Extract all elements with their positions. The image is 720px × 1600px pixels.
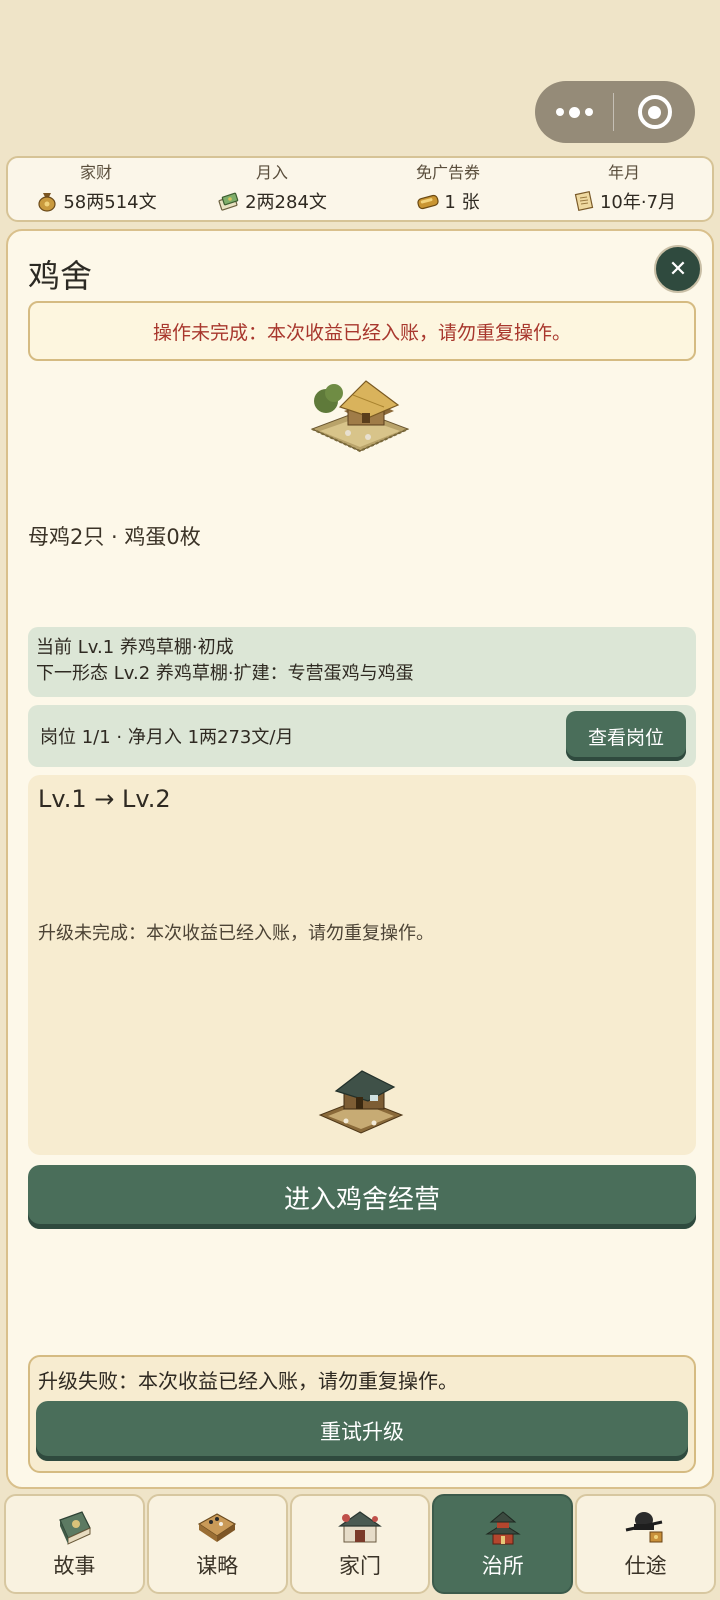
strategy-board-icon [198,1513,237,1542]
operation-notice: 操作未完成：本次收益已经入账，请勿重复操作。 [28,301,696,361]
money-bag-icon [38,193,56,212]
tab-label: 家门 [338,1554,381,1578]
miniprogram-capsule [535,81,695,143]
upgrade-preview: Lv.1 → Lv.2 升级未完成：本次收益已经入账，请勿重复操作。 [28,775,696,1155]
stat-ad-free-ticket: 免广告券 1 张 [360,158,536,220]
close-icon: ✕ [668,256,688,282]
post-info: 岗位 1/1 · 净月入 1两273文/月 查看岗位 [28,705,696,767]
post-summary-text: 岗位 1/1 · 净月入 1两273文/月 [40,727,294,748]
view-posts-button[interactable]: 查看岗位 [566,711,686,761]
bottom-nav: 故事 谋略 家门 治所 仕途 [4,1494,716,1594]
stat-value: 10年·7月 [599,192,677,213]
upgrade-failure-text: 升级失败：本次收益已经入账，请勿重复操作。 [38,1369,458,1393]
upgrade-level-text: Lv.1 → Lv.2 [38,785,171,813]
ticket-icon [417,194,440,210]
stat-value: 2两284文 [245,192,327,213]
next-form-text: 下一形态 Lv.2 养鸡草棚·扩建：专营蛋鸡与鸡蛋 [36,663,414,684]
resource-stats-bar: 家财 58两514文 月入 2两284文 免广告券 1 张 年月 10年·7月 [6,156,714,222]
tab-label: 治所 [481,1554,524,1578]
stat-label: 月入 [255,163,288,182]
stat-value: 58两514文 [63,192,157,213]
enter-coop-button[interactable]: 进入鸡舍经营 [28,1165,696,1229]
tab-story[interactable]: 故事 [4,1494,145,1594]
tab-career[interactable]: 仕途 [575,1494,716,1594]
official-hat-icon [625,1512,663,1543]
retry-upgrade-button[interactable]: 重试升级 [36,1401,688,1461]
house-gate-icon [338,1511,382,1543]
current-form-text: 当前 Lv.1 养鸡草棚·初成 [36,637,234,658]
tab-label: 谋略 [196,1554,239,1578]
close-miniprogram-icon[interactable] [614,95,695,129]
stat-value: 1 张 [444,192,480,213]
book-icon [59,1511,92,1545]
upgrade-failure-box: 升级失败：本次收益已经入账，请勿重复操作。 重试升级 [28,1355,696,1473]
stat-wealth: 家财 58两514文 [8,158,184,220]
stat-label: 家财 [79,163,112,182]
stat-year-month: 年月 10年·7月 [536,158,712,220]
more-menu-icon[interactable] [535,81,613,143]
stat-label: 免广告券 [415,163,480,182]
stat-label: 年月 [607,163,640,182]
banknote-icon [218,192,239,211]
pavilion-icon [485,1511,521,1545]
tab-office[interactable]: 治所 [432,1494,574,1594]
upgraded-coop-illustration [318,1070,404,1134]
chicken-coop-illustration [310,380,410,453]
close-button[interactable]: ✕ [654,245,702,293]
chicken-coop-panel: 鸡舍 ✕ 操作未完成：本次收益已经入账，请勿重复操作。 母鸡2只 · 鸡蛋0枚 … [6,229,714,1489]
tab-strategy[interactable]: 谋略 [146,1494,288,1594]
tab-family-gate[interactable]: 家门 [289,1494,431,1594]
tab-label: 故事 [53,1554,96,1578]
tab-label: 仕途 [624,1554,667,1578]
livestock-counts: 母鸡2只 · 鸡蛋0枚 [28,525,201,549]
stat-monthly-income: 月入 2两284文 [184,158,360,220]
panel-title: 鸡舍 [28,257,93,295]
scroll-icon [574,191,594,211]
building-form-info: 当前 Lv.1 养鸡草棚·初成 下一形态 Lv.2 养鸡草棚·扩建：专营蛋鸡与鸡… [28,627,696,697]
upgrade-status-text: 升级未完成：本次收益已经入账，请勿重复操作。 [38,923,434,944]
